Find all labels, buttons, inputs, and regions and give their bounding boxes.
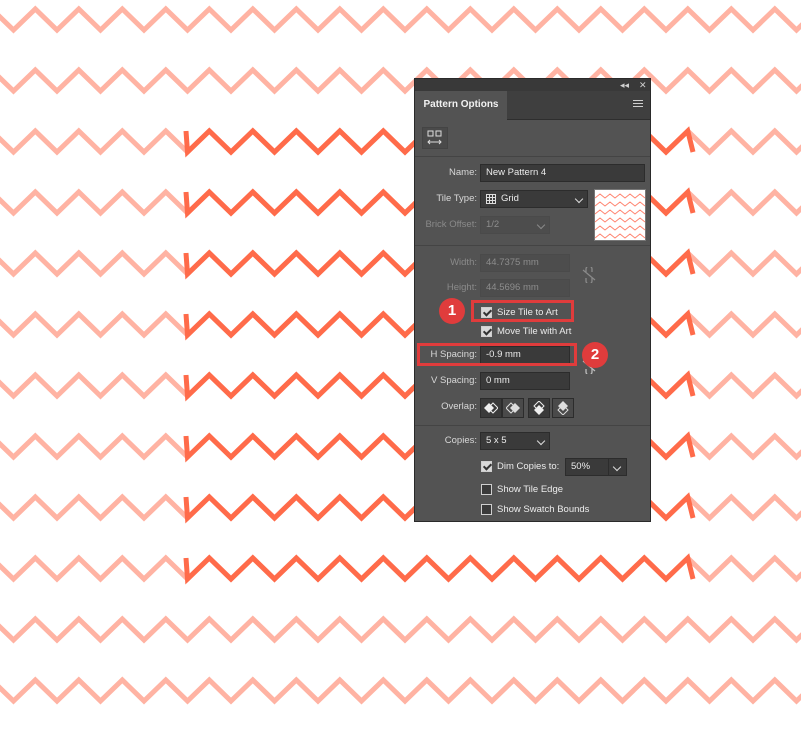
pattern-preview-swatch bbox=[594, 189, 646, 241]
panel-topbar: ◂◂ ✕ bbox=[415, 79, 650, 91]
overlap-left-button[interactable] bbox=[480, 398, 502, 418]
show-tile-edge-checkbox[interactable] bbox=[481, 484, 492, 495]
zigzag-line-active-tile bbox=[183, 553, 696, 585]
overlap-right-icon bbox=[506, 402, 520, 414]
separator bbox=[415, 156, 650, 157]
copies-label: Copies: bbox=[444, 435, 477, 446]
callout-badge-1: 1 bbox=[439, 298, 465, 324]
tab-pattern-options[interactable]: Pattern Options bbox=[415, 91, 507, 120]
brick-offset-value: 1/2 bbox=[486, 219, 500, 230]
overlap-label: Overlap: bbox=[441, 401, 477, 412]
v-spacing-label: V Spacing: bbox=[431, 375, 477, 386]
show-tile-edge-label: Show Tile Edge bbox=[497, 484, 564, 495]
zigzag-line bbox=[0, 676, 801, 705]
tile-type-value: Grid bbox=[501, 193, 519, 204]
grid-icon bbox=[486, 194, 496, 204]
brick-offset-select: 1/2 bbox=[480, 216, 550, 234]
v-spacing-input[interactable]: 0 mm bbox=[480, 372, 570, 390]
panel-menu-icon[interactable] bbox=[633, 100, 643, 109]
name-label: Name: bbox=[449, 167, 477, 178]
move-tile-with-art-checkbox[interactable] bbox=[481, 326, 492, 337]
pattern-tile-tool-icon bbox=[427, 130, 442, 145]
chevron-down-icon bbox=[536, 436, 546, 446]
separator bbox=[415, 245, 650, 246]
zigzag-line bbox=[0, 66, 801, 95]
show-swatch-bounds-checkbox[interactable] bbox=[481, 504, 492, 515]
chevron-down-icon bbox=[536, 220, 546, 230]
callout-badge-2: 2 bbox=[582, 342, 608, 368]
overlap-top-button[interactable] bbox=[528, 398, 550, 418]
collapse-panel-icon[interactable]: ◂◂ bbox=[620, 79, 629, 91]
name-input[interactable]: New Pattern 4 bbox=[480, 164, 645, 182]
overlap-right-button[interactable] bbox=[502, 398, 524, 418]
copies-value: 5 x 5 bbox=[486, 435, 507, 446]
dim-copies-dropdown-button[interactable] bbox=[608, 458, 627, 476]
show-swatch-bounds-label: Show Swatch Bounds bbox=[497, 504, 590, 515]
width-input: 44.7375 mm bbox=[480, 254, 570, 272]
dim-copies-checkbox[interactable] bbox=[481, 461, 492, 472]
pattern-canvas bbox=[0, 5, 801, 705]
zigzag-line bbox=[0, 615, 801, 644]
width-label: Width: bbox=[450, 257, 477, 268]
tile-type-label: Tile Type: bbox=[436, 193, 477, 204]
height-input: 44.5696 mm bbox=[480, 279, 570, 297]
chevron-down-icon bbox=[612, 462, 622, 472]
overlap-left-icon bbox=[484, 402, 498, 414]
overlap-top-icon bbox=[533, 401, 545, 415]
overlap-bottom-button[interactable] bbox=[552, 398, 574, 418]
dim-copies-label: Dim Copies to: bbox=[497, 461, 560, 472]
pattern-tile-tool-button[interactable] bbox=[422, 127, 448, 149]
copies-select[interactable]: 5 x 5 bbox=[480, 432, 550, 450]
overlap-bottom-icon bbox=[557, 401, 569, 415]
close-panel-icon[interactable]: ✕ bbox=[639, 79, 647, 91]
height-label: Height: bbox=[446, 282, 477, 293]
move-tile-with-art-label: Move Tile with Art bbox=[497, 326, 572, 337]
chevron-down-icon bbox=[574, 194, 584, 204]
separator bbox=[415, 425, 650, 426]
tile-type-select[interactable]: Grid bbox=[480, 190, 588, 208]
brick-offset-label: Brick Offset: bbox=[425, 219, 477, 230]
link-icon[interactable] bbox=[582, 267, 596, 283]
callout-box-size-tile bbox=[471, 300, 574, 322]
callout-box-h-spacing bbox=[417, 343, 577, 366]
zigzag-line bbox=[0, 5, 801, 34]
panel-tab-row: Pattern Options bbox=[415, 91, 650, 120]
